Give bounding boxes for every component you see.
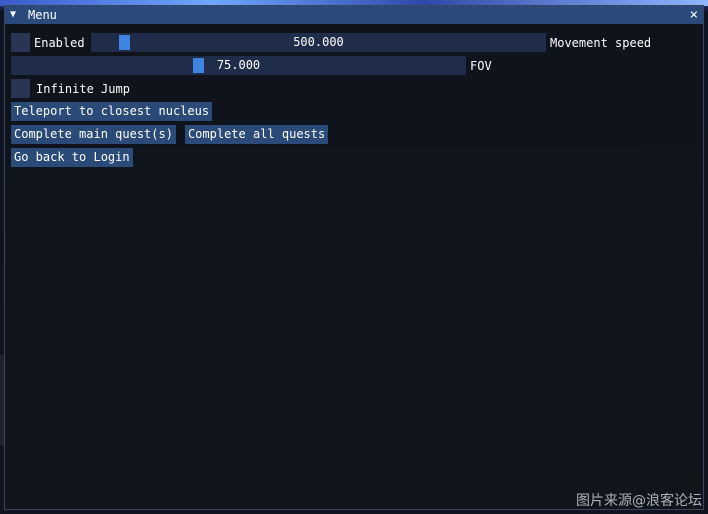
infinite-jump-label: Infinite Jump (36, 81, 130, 96)
close-icon[interactable]: × (690, 6, 698, 24)
infinite-jump-row: Infinite Jump (11, 79, 130, 98)
teleport-button[interactable]: Teleport to closest nucleus (11, 102, 213, 121)
watermark-text: 图片来源@浪客论坛 (576, 493, 702, 509)
menu-window: ▼ Menu × Enabled 500.000 Movement speed … (4, 5, 704, 510)
fov-value: 75.000 (216, 58, 261, 72)
quest-row: Complete main quest(s) Complete all ques… (11, 125, 337, 144)
enabled-label: Enabled (34, 35, 85, 50)
movement-speed-label: Movement speed (550, 35, 652, 50)
triangle-down-icon[interactable]: ▼ (10, 6, 20, 24)
enabled-checkbox[interactable] (11, 33, 30, 52)
login-row: Go back to Login (11, 148, 142, 167)
movement-speed-value: 500.000 (293, 35, 344, 49)
go-back-to-login-button[interactable]: Go back to Login (11, 148, 133, 167)
fov-slider[interactable]: 75.000 (11, 56, 466, 75)
window-title-bar[interactable]: ▼ Menu × (5, 6, 703, 24)
complete-all-quests-button[interactable]: Complete all quests (184, 125, 329, 144)
enabled-row: Enabled 500.000 Movement speed (11, 33, 651, 52)
complete-main-quests-button[interactable]: Complete main quest(s) (11, 125, 176, 144)
movement-speed-slider[interactable]: 500.000 (91, 33, 546, 52)
window-title: Menu (28, 8, 57, 22)
infinite-jump-checkbox[interactable] (11, 79, 30, 98)
fov-label: FOV (470, 58, 492, 73)
fov-row: 75.000 FOV (11, 56, 492, 75)
teleport-row: Teleport to closest nucleus (11, 102, 221, 121)
